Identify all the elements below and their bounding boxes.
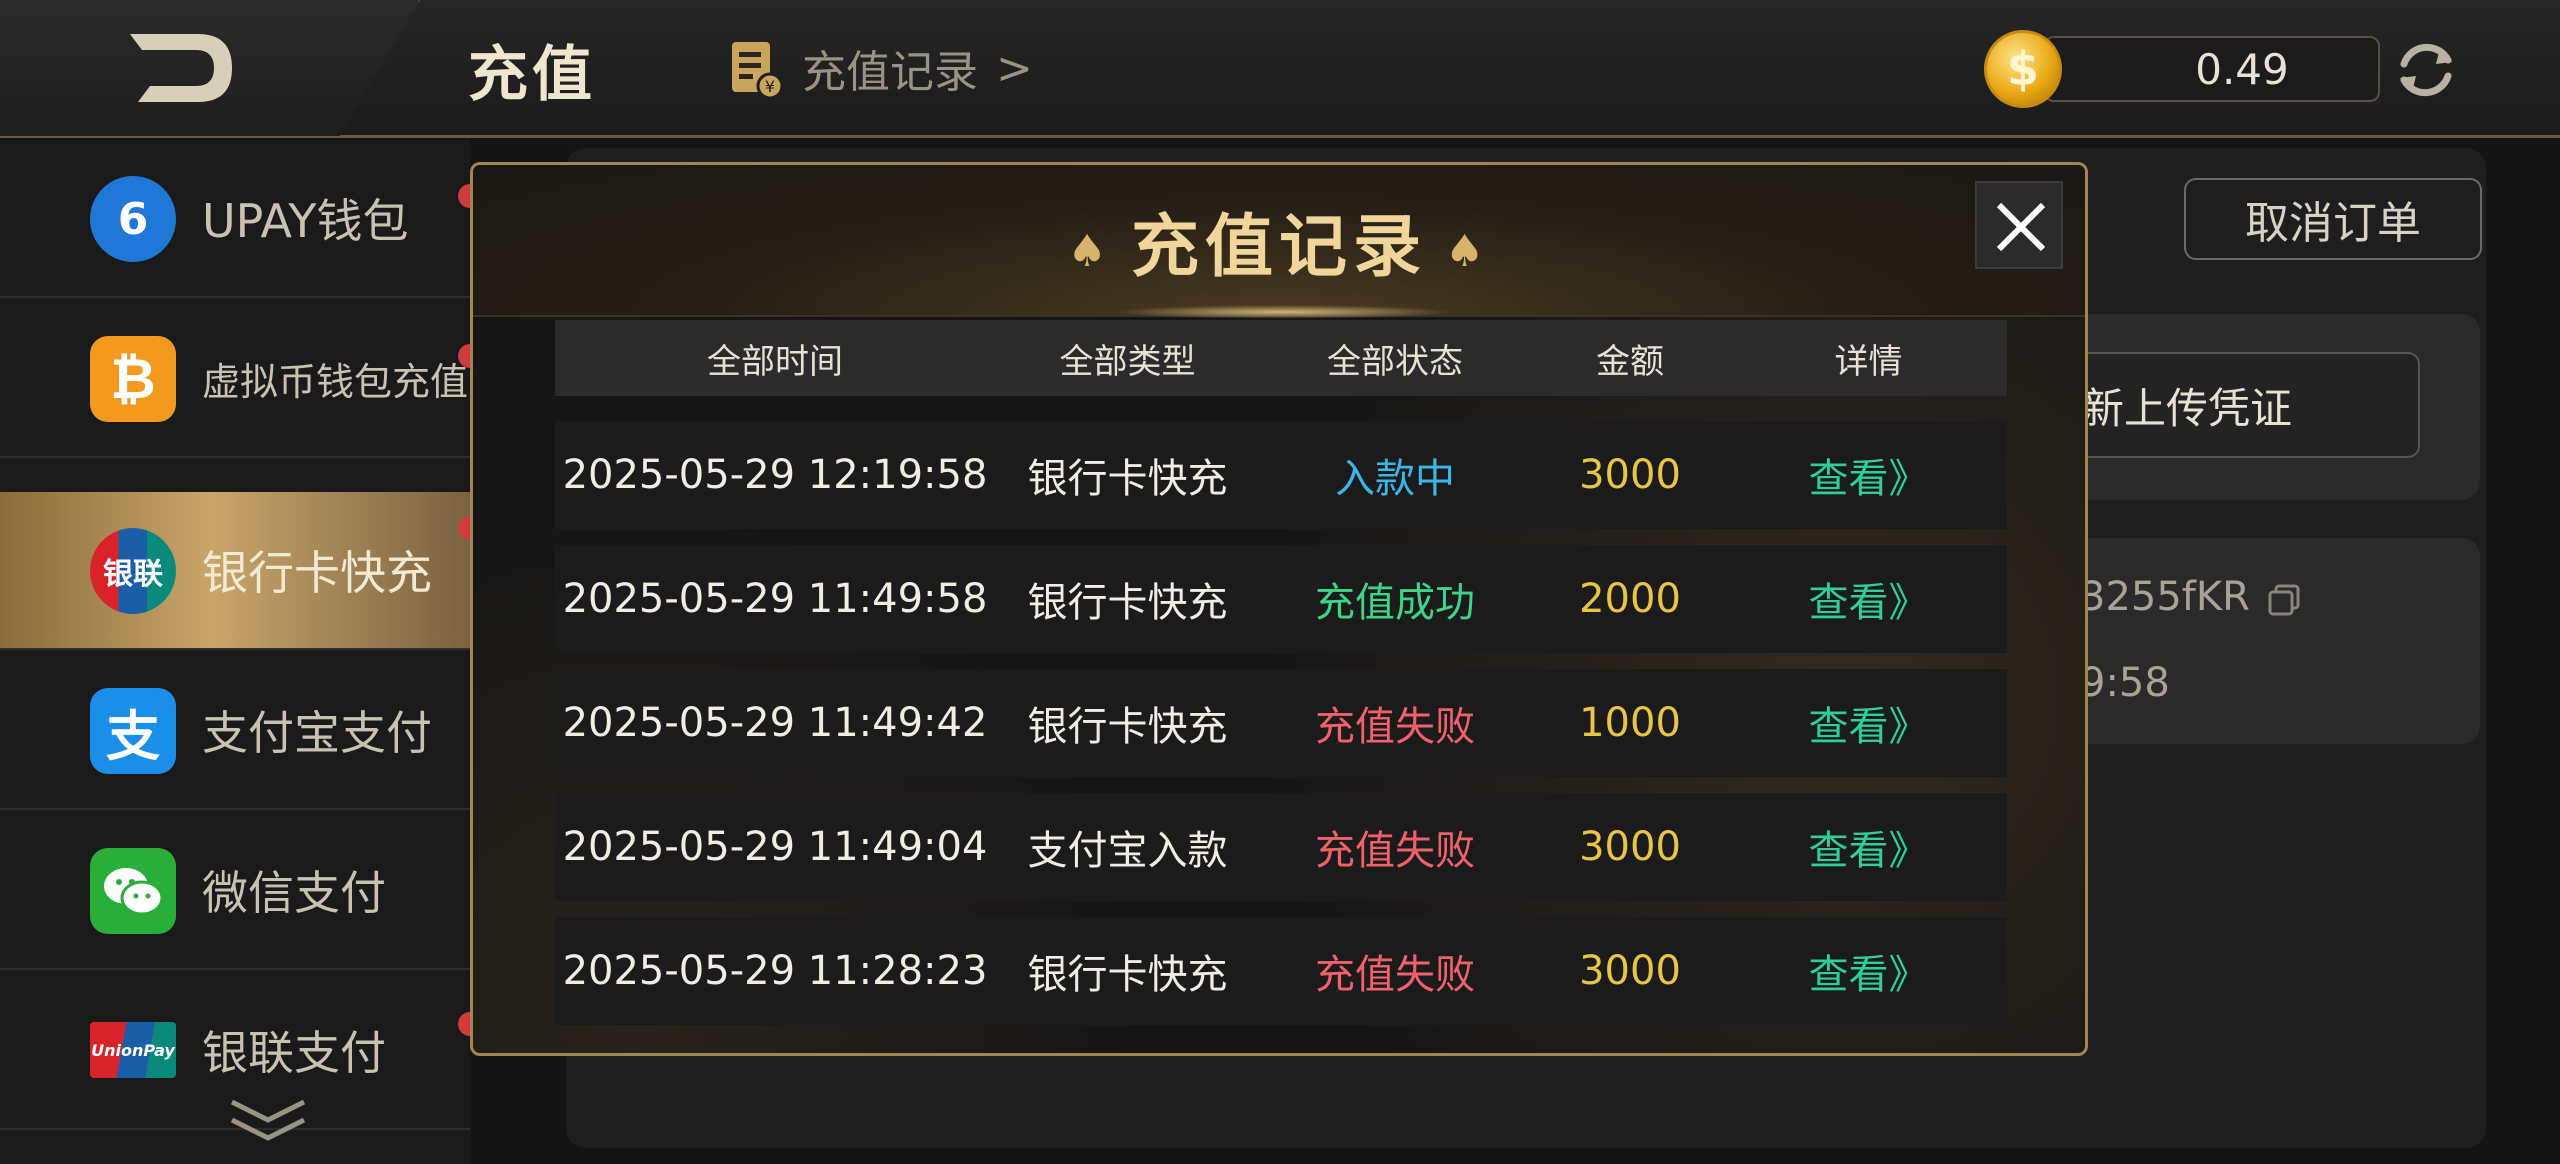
- page-title: 充值: [468, 40, 596, 110]
- refresh-icon[interactable]: [2390, 34, 2462, 106]
- dialog-title-text: 充值记录: [1130, 208, 1427, 287]
- row-time: 2025-05-29 11:28:23: [562, 948, 988, 994]
- column-amount: 金额: [1596, 341, 1664, 382]
- row-status: 充值成功: [1315, 580, 1475, 626]
- sidebar-item-label: 虚拟币钱包充值: [202, 359, 469, 404]
- row-amount: 1000: [1579, 700, 1681, 746]
- view-detail-link[interactable]: 查看》: [1730, 669, 2007, 777]
- row-time: 2025-05-29 11:49:58: [562, 576, 988, 622]
- order-info-card: [2040, 538, 2480, 744]
- payment-method-sidebar: 6 UPAY钱包 ₿ 虚拟币钱包充值 银联 银行卡快充 支 支付宝支付 微信支付…: [0, 140, 482, 1164]
- table-row: 2025-05-29 12:19:58 银行卡快充 入款中 3000 查看》: [555, 421, 2007, 529]
- cancel-order-button[interactable]: 取消订单: [2184, 178, 2482, 260]
- spade-icon: ♠: [1445, 225, 1491, 277]
- view-detail-link[interactable]: 查看》: [1730, 545, 2007, 653]
- sidebar-item-alipay[interactable]: 支 支付宝支付: [0, 652, 470, 810]
- alipay-icon: 支: [90, 688, 176, 774]
- table-row: 2025-05-29 11:49:42 银行卡快充 充值失败 1000 查看》: [555, 669, 2007, 777]
- upay-icon: 6: [90, 176, 176, 262]
- chevron-double-down-icon[interactable]: [226, 1096, 310, 1146]
- filter-time[interactable]: 全部时间: [555, 320, 995, 396]
- sidebar-item-wechat[interactable]: 微信支付: [0, 812, 470, 970]
- back-area: [0, 0, 420, 136]
- row-amount: 3000: [1579, 824, 1681, 870]
- row-time: 2025-05-29 11:49:42: [562, 700, 988, 746]
- svg-text:¥: ¥: [765, 77, 775, 96]
- sidebar-item-label: 银行卡快充: [202, 546, 432, 600]
- dialog-header: ♠ 充值记录 ♠: [473, 165, 2085, 319]
- close-button[interactable]: [1975, 181, 2063, 269]
- top-bar: 充值 ¥ 充值记录 > 0.49 $: [0, 0, 2560, 138]
- chevron-right-icon: >: [996, 42, 1033, 94]
- order-number: 3255fKR: [2080, 574, 2250, 620]
- view-detail-link[interactable]: 查看》: [1730, 421, 2007, 529]
- recharge-record-link[interactable]: ¥ 充值记录 >: [726, 30, 1033, 106]
- sidebar-item-label: UPAY钱包: [202, 194, 409, 248]
- table-header: 全部时间 全部类型 全部状态 金额 详情: [555, 320, 2007, 396]
- spade-icon: ♠: [1067, 225, 1113, 277]
- copy-icon[interactable]: [2266, 582, 2302, 618]
- row-status: 充值失败: [1315, 952, 1475, 998]
- dialog-title: ♠ 充值记录 ♠: [473, 191, 2085, 290]
- recharge-record-label: 充值记录: [802, 47, 978, 98]
- table-row: 2025-05-29 11:49:04 支付宝入款 充值失败 3000 查看》: [555, 793, 2007, 901]
- filter-type[interactable]: 全部类型: [995, 320, 1260, 396]
- document-icon: ¥: [732, 42, 784, 100]
- coin-icon: $: [1984, 30, 2062, 108]
- row-status: 入款中: [1335, 456, 1455, 502]
- row-status: 充值失败: [1315, 828, 1475, 874]
- sidebar-item-label: 微信支付: [202, 866, 386, 920]
- unionpay-icon: UnionPay: [90, 1022, 176, 1078]
- row-type: 支付宝入款: [1027, 828, 1228, 874]
- row-type: 银行卡快充: [1027, 952, 1228, 998]
- row-amount: 3000: [1579, 948, 1681, 994]
- upload-proof-button[interactable]: 新上传凭证: [2060, 352, 2420, 458]
- row-amount: 3000: [1579, 452, 1681, 498]
- recharge-record-dialog: ♠ 充值记录 ♠ 全部时间 全部类型 全部状态 金额 详情 2025-05-29 1…: [470, 162, 2088, 1056]
- sidebar-item-label: 支付宝支付: [202, 706, 432, 760]
- row-time: 2025-05-29 11:49:04: [562, 824, 988, 870]
- row-amount: 2000: [1579, 576, 1681, 622]
- view-detail-link[interactable]: 查看》: [1730, 793, 2007, 901]
- sidebar-item-crypto[interactable]: ₿ 虚拟币钱包充值: [0, 300, 482, 458]
- close-icon: [1996, 202, 2046, 252]
- balance-value: 0.49: [2195, 44, 2289, 94]
- column-detail: 详情: [1834, 341, 1903, 382]
- row-type: 银行卡快充: [1027, 704, 1228, 750]
- balance-display: 0.49: [2044, 36, 2380, 102]
- sidebar-item-upay[interactable]: 6 UPAY钱包: [0, 140, 482, 298]
- table-row: 2025-05-29 11:49:58 银行卡快充 充值成功 2000 查看》: [555, 545, 2007, 653]
- bitcoin-icon: ₿: [90, 336, 176, 422]
- order-time: 9:58: [2080, 660, 2170, 706]
- row-status: 充值失败: [1315, 704, 1475, 750]
- table-row: 2025-05-29 11:28:23 银行卡快充 充值失败 3000 查看》: [555, 917, 2007, 1025]
- unionpay-bank-icon: 银联: [90, 528, 176, 614]
- back-icon[interactable]: [120, 28, 240, 108]
- view-detail-link[interactable]: 查看》: [1730, 917, 2007, 1025]
- wechat-bubble-icon: [104, 868, 164, 916]
- row-type: 银行卡快充: [1027, 580, 1228, 626]
- row-type: 银行卡快充: [1027, 456, 1228, 502]
- wechat-icon: [90, 848, 176, 934]
- sidebar-item-bank-quick[interactable]: 银联 银行卡快充: [0, 492, 482, 650]
- row-time: 2025-05-29 12:19:58: [562, 452, 988, 498]
- header-glow: [1113, 305, 1453, 319]
- sidebar-item-label: 银联支付: [202, 1026, 386, 1080]
- coin-symbol: $: [2006, 42, 2039, 96]
- filter-status[interactable]: 全部状态: [1260, 320, 1530, 396]
